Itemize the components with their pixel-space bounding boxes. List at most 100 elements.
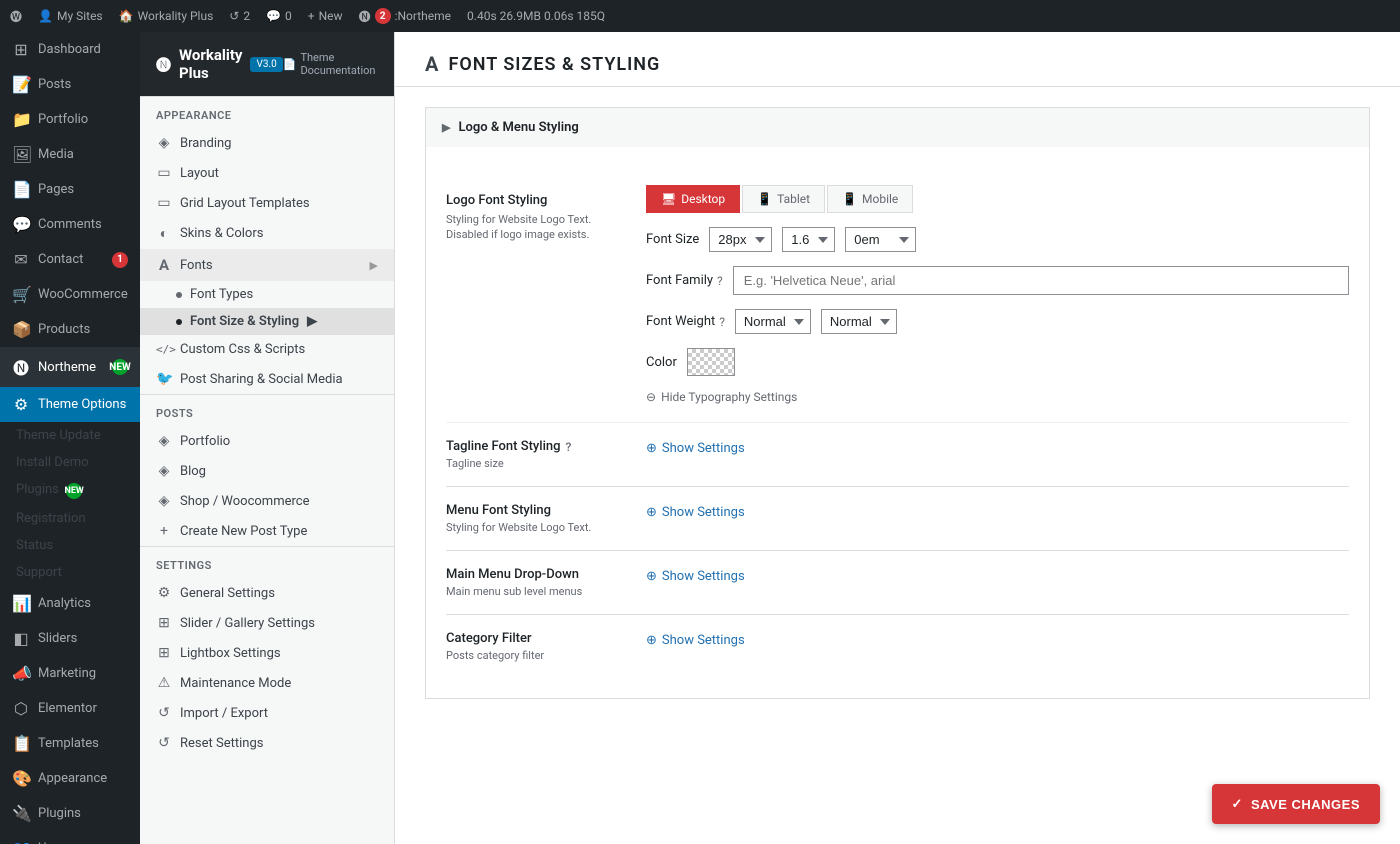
northeme-link[interactable]: 🅝 2 :Northeme — [359, 8, 451, 25]
layout-item[interactable]: ▭ Layout — [140, 158, 394, 188]
category-show-btn[interactable]: ⊕ Show Settings — [646, 631, 745, 648]
sidebar-item-woocommerce[interactable]: 🛒 WooCommerce — [0, 277, 140, 312]
tagline-help-icon[interactable]: ? — [566, 440, 572, 454]
device-tabs: 🖥 Desktop 📱 Tablet 📱 Mobile — [646, 185, 1349, 213]
general-settings-icon: ⚙ — [156, 585, 172, 601]
plus-circle-icon-main-menu: ⊕ — [646, 569, 657, 584]
font-family-input[interactable] — [733, 266, 1349, 295]
menu-font-desc: Styling for Website Logo Text. — [446, 521, 626, 534]
shop-item[interactable]: ◈ Shop / Woocommerce — [140, 486, 394, 516]
minus-circle-icon: ⊖ — [646, 390, 656, 404]
sidebar-item-theme-options[interactable]: ⚙ Theme Options — [0, 387, 140, 422]
logo-menu-header[interactable]: ▶ Logo & Menu Styling — [426, 108, 1369, 147]
install-demo-item[interactable]: Install Demo — [0, 449, 140, 476]
tagline-label-col: Tagline Font Styling ? Tagline size — [446, 439, 626, 470]
tagline-header: Tagline Font Styling ? Tagline size ⊕ Sh… — [446, 439, 1349, 470]
sidebar-item-comments[interactable]: 💬 Comments — [0, 207, 140, 242]
font-types-item[interactable]: Font Types — [140, 281, 394, 308]
font-size-styling-item[interactable]: Font Size & Styling ▶ — [140, 308, 394, 335]
desktop-tab[interactable]: 🖥 Desktop — [646, 185, 740, 213]
twitter-icon: 🐦 — [156, 371, 172, 387]
logo-menu-section: ▶ Logo & Menu Styling Logo Font Styling … — [425, 107, 1370, 699]
sidebar-item-marketing[interactable]: 📣 Marketing — [0, 656, 140, 691]
branding-item[interactable]: ◈ Branding — [140, 128, 394, 158]
updates-link[interactable]: ↺ 2 — [229, 9, 250, 23]
mobile-tab[interactable]: 📱 Mobile — [827, 185, 913, 213]
sidebar-item-sliders[interactable]: ◧ Sliders — [0, 621, 140, 656]
support-item[interactable]: Support — [0, 559, 140, 586]
theme-options-icon: ⚙ — [12, 395, 30, 414]
users-icon: 👥 — [12, 839, 30, 844]
letter-spacing-select[interactable]: 0em 0.1em 0.2em — [845, 227, 916, 252]
theme-update-item[interactable]: Theme Update — [0, 422, 140, 449]
person-icon: 👤 — [38, 9, 53, 23]
tablet-tab[interactable]: 📱 Tablet — [742, 185, 825, 213]
branding-icon: ◈ — [156, 135, 172, 151]
sidebar-item-northeme[interactable]: 🅝 Northeme NEW — [0, 347, 140, 387]
tagline-show-btn[interactable]: ⊕ Show Settings — [646, 439, 745, 456]
sidebar-item-elementor[interactable]: ⬡ Elementor — [0, 691, 140, 726]
sidebar-item-dashboard[interactable]: ⊞ Dashboard — [0, 32, 140, 67]
sidebar-item-appearance[interactable]: 🎨 Appearance — [0, 761, 140, 796]
general-settings-item[interactable]: ⚙ General Settings — [140, 578, 394, 608]
fonts-icon: A — [156, 256, 172, 274]
sidebar-item-users[interactable]: 👥 Users — [0, 831, 140, 844]
font-weight-help-icon[interactable]: ? — [719, 315, 725, 329]
font-size-select[interactable]: 28px 24px 32px 36px 20px — [709, 227, 772, 252]
theme-doc-link[interactable]: 📄 Theme Documentation — [283, 51, 378, 77]
sidebar-item-plugins[interactable]: 🔌 Plugins — [0, 796, 140, 831]
registration-item[interactable]: Registration — [0, 505, 140, 532]
new-link[interactable]: + New — [308, 9, 343, 23]
my-sites-link[interactable]: 👤 My Sites — [38, 9, 103, 23]
theme-logo-icon: 🅝 — [156, 54, 171, 75]
layout-icon: ▭ — [156, 165, 172, 181]
skins-colors-item[interactable]: ◐ Skins & Colors — [140, 218, 394, 249]
sidebar-item-analytics[interactable]: 📊 Analytics — [0, 586, 140, 621]
theme-header: 🅝 Workality Plus V3.0 📄 Theme Documentat… — [140, 32, 394, 96]
reset-settings-item[interactable]: ↺ Reset Settings — [140, 728, 394, 758]
logo-font-label: Logo Font Styling — [446, 193, 626, 208]
plus-circle-icon-menu: ⊕ — [646, 505, 657, 520]
wp-logo[interactable]: 🅦 — [10, 8, 22, 25]
main-menu-desc: Main menu sub level menus — [446, 585, 626, 598]
status-item[interactable]: Status — [0, 532, 140, 559]
blog-item[interactable]: ◈ Blog — [140, 456, 394, 486]
sidebar-item-templates[interactable]: 📋 Templates — [0, 726, 140, 761]
sidebar-item-portfolio[interactable]: 📁 Portfolio — [0, 102, 140, 137]
create-post-type-item[interactable]: + Create New Post Type — [140, 516, 394, 546]
sidebar-item-posts[interactable]: 📝 Posts — [0, 67, 140, 102]
line-height-select[interactable]: 1.6 1.4 1.8 2.0 — [782, 227, 835, 252]
menu-font-header: Menu Font Styling Styling for Website Lo… — [446, 503, 1349, 534]
grid-layout-item[interactable]: ▭ Grid Layout Templates — [140, 188, 394, 218]
save-changes-button[interactable]: ✓ SAVE CHANGES — [1212, 784, 1380, 824]
sidebar-item-pages[interactable]: 📄 Pages — [0, 172, 140, 207]
import-export-item[interactable]: ↺ Import / Export — [140, 698, 394, 728]
sidebar-item-products[interactable]: 📦 Products — [0, 312, 140, 347]
comments-link[interactable]: 💬 0 — [266, 9, 292, 23]
font-weight-select-1[interactable]: Normal Bold 100 200 300 400 500 600 700 — [735, 309, 811, 334]
font-weight-select-2[interactable]: Normal Bold 100 200 300 400 500 600 700 — [821, 309, 897, 334]
post-sharing-item[interactable]: 🐦 Post Sharing & Social Media — [140, 364, 394, 394]
sidebar: ⊞ Dashboard 📝 Posts 📁 Portfolio 🖼 Media … — [0, 32, 140, 844]
sidebar-item-contact[interactable]: ✉ Contact 1 — [0, 242, 140, 277]
main-menu-show-btn[interactable]: ⊕ Show Settings — [646, 567, 745, 584]
custom-css-item[interactable]: </> Custom Css & Scripts — [140, 335, 394, 364]
lightbox-item[interactable]: ⊞ Lightbox Settings — [140, 638, 394, 668]
settings-section-header: SETTINGS — [140, 546, 394, 578]
menu-font-label-col: Menu Font Styling Styling for Website Lo… — [446, 503, 626, 534]
hide-typography-btn[interactable]: ⊖ Hide Typography Settings — [646, 390, 1349, 404]
maintenance-item[interactable]: ⚠ Maintenance Mode — [140, 668, 394, 698]
menu-font-title: Menu Font Styling — [446, 503, 626, 518]
menu-show-btn[interactable]: ⊕ Show Settings — [646, 503, 745, 520]
sidebar-item-media[interactable]: 🖼 Media — [0, 137, 140, 172]
category-filter-header: Category Filter Posts category filter ⊕ … — [446, 631, 1349, 662]
fonts-item[interactable]: A Fonts ▶ — [140, 249, 394, 281]
page-header: A Font Sizes & Styling — [395, 32, 1400, 87]
workality-plus-link[interactable]: 🏠 Workality Plus — [119, 9, 214, 23]
posts-section-header: POSTS — [140, 394, 394, 426]
color-picker[interactable] — [687, 348, 735, 376]
font-family-help-icon[interactable]: ? — [717, 274, 723, 288]
slider-gallery-item[interactable]: ⊞ Slider / Gallery Settings — [140, 608, 394, 638]
plugins-item[interactable]: Plugins NEW — [0, 476, 140, 505]
portfolio-post-item[interactable]: ◈ Portfolio — [140, 426, 394, 456]
